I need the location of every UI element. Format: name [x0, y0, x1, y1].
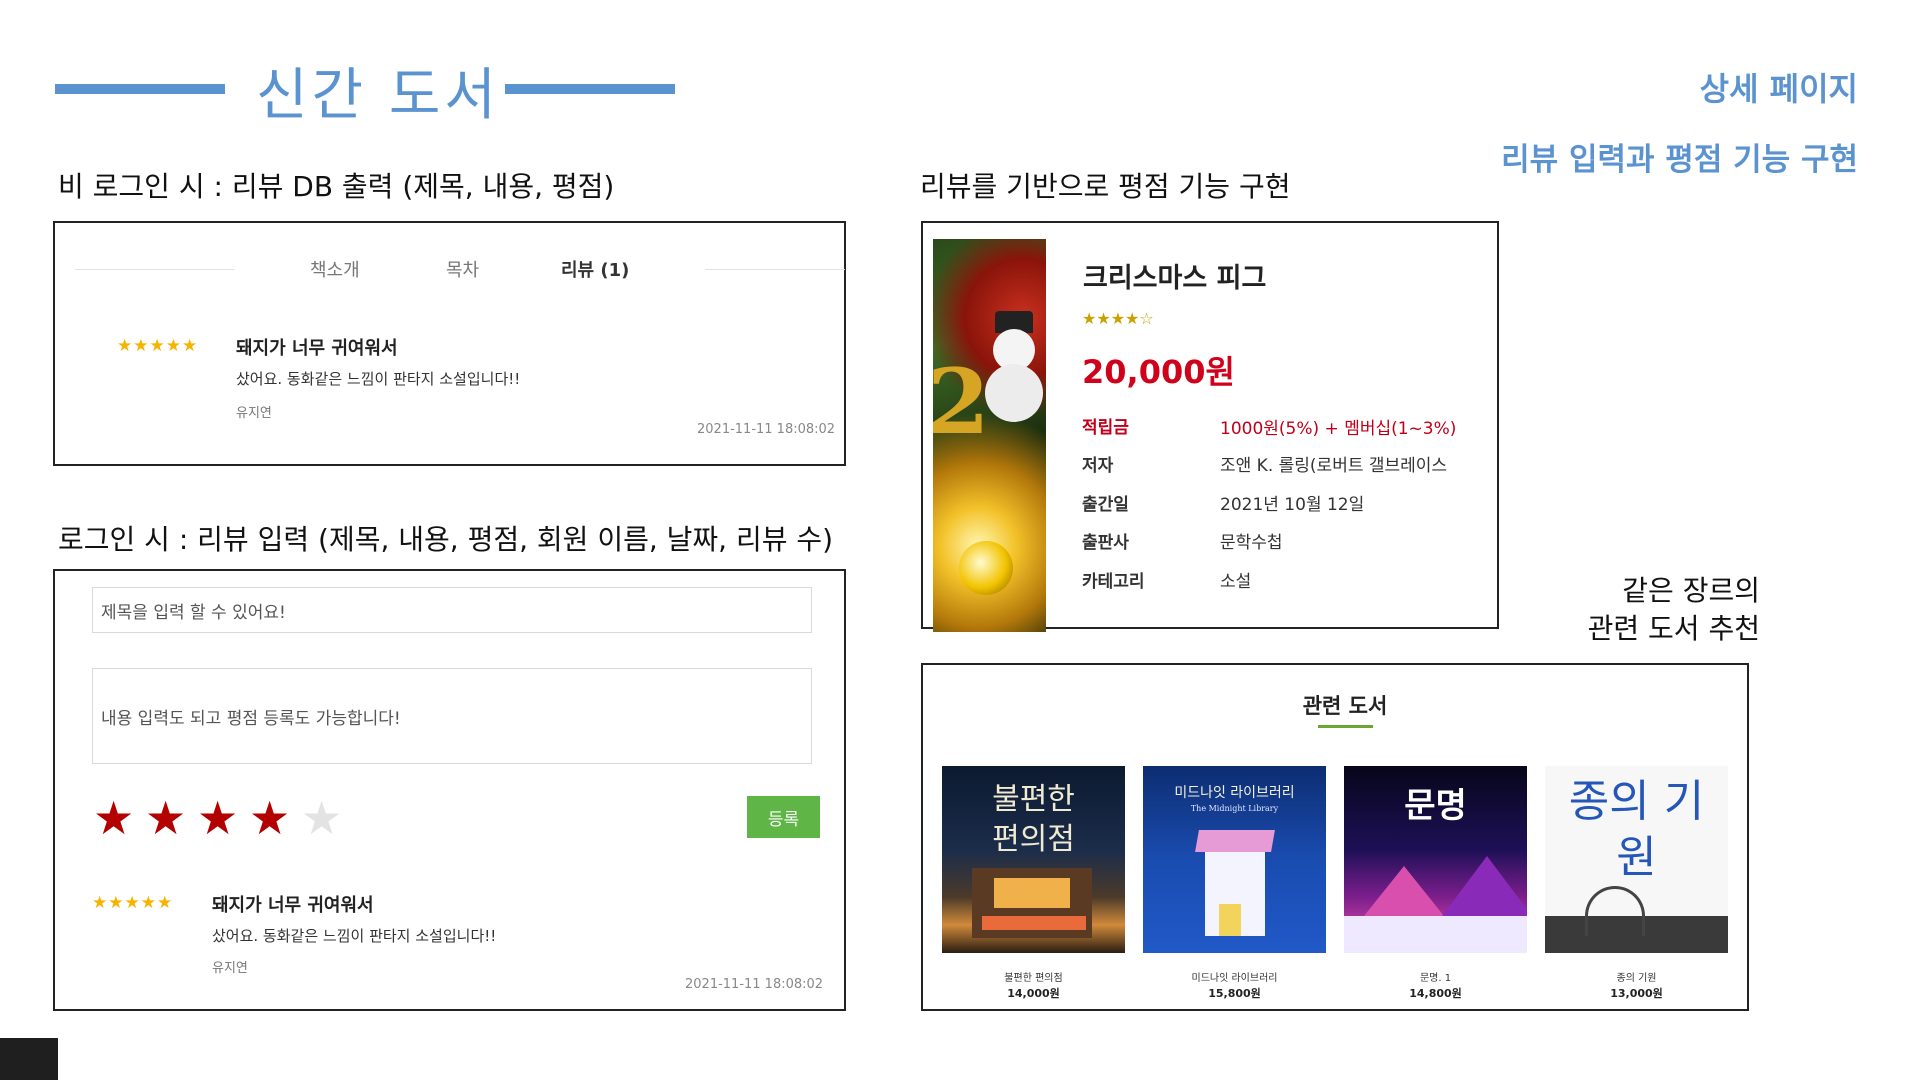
- review-stars: ★★★★★: [117, 336, 199, 356]
- related-book-cover-3[interactable]: 문명: [1344, 766, 1527, 953]
- review-body: 샀어요. 동화같은 느낌이 판타지 소설입니다!!: [212, 927, 497, 945]
- login-label: 로그인 시 : 리뷰 입력 (제목, 내용, 평점, 회원 이름, 날짜, 리뷰…: [58, 523, 834, 556]
- tab-reviews[interactable]: 리뷰 (1): [561, 256, 629, 282]
- related-book-name-3[interactable]: 문명. 1: [1344, 969, 1527, 984]
- tab-book-intro[interactable]: 책소개: [310, 256, 360, 282]
- related-book-cover-2[interactable]: 미드나잇 라이브러리 The Midnight Library: [1143, 766, 1326, 953]
- related-heading: 관련 도서: [1302, 694, 1388, 718]
- review-title: 돼지가 너무 귀여워서: [236, 338, 398, 359]
- info-label-category: 카테고리: [1082, 572, 1145, 592]
- book-title: 크리스마스 피그: [1083, 263, 1267, 294]
- review-rating-label: 리뷰 입력과 평점 기능 구현: [1501, 142, 1858, 178]
- rating-star-2[interactable]: ★: [145, 790, 186, 846]
- tab-contents[interactable]: 목차: [446, 256, 479, 282]
- tabs-divider-right: [705, 269, 845, 270]
- rating-star-3[interactable]: ★: [197, 790, 238, 846]
- related-heading-underline: [1318, 725, 1373, 728]
- review-date: 2021-11-11 18:08:02: [685, 977, 824, 992]
- related-note-line-1: 같은 장르의: [1622, 574, 1760, 607]
- review-title-input[interactable]: 제목을 입력 할 수 있어요!: [92, 587, 812, 633]
- info-label-pubdate: 출간일: [1082, 495, 1129, 515]
- info-value-category: 소설: [1220, 572, 1252, 592]
- corner-decoration: [0, 1038, 58, 1080]
- related-book-name-2[interactable]: 미드나잇 라이브러리: [1143, 969, 1326, 984]
- title-line-right: [505, 84, 675, 94]
- book-cover-image: 2: [933, 239, 1046, 632]
- related-book-cover-4[interactable]: 종의 기원: [1545, 766, 1728, 953]
- rating-star-5[interactable]: ★: [301, 790, 342, 846]
- review-stars: ★★★★★: [92, 893, 174, 913]
- rating-star-4[interactable]: ★: [249, 790, 290, 846]
- related-book-name-1[interactable]: 불편한 편의점: [942, 969, 1125, 984]
- review-title: 돼지가 너무 귀여워서: [212, 895, 374, 916]
- title-line-left: [55, 84, 225, 94]
- info-value-author: 조앤 K. 롤링(로버트 갤브레이스: [1220, 456, 1448, 476]
- book-rating-stars: ★★★★☆: [1082, 309, 1154, 328]
- info-label-points: 적립금: [1082, 418, 1129, 438]
- review-author: 유지연: [212, 961, 248, 976]
- info-value-pubdate: 2021년 10월 12일: [1220, 495, 1365, 515]
- info-value-points: 1000원(5%) + 멤버십(1~3%): [1220, 419, 1457, 439]
- book-price: 20,000원: [1082, 353, 1235, 391]
- register-button[interactable]: 등록: [747, 796, 820, 838]
- related-book-price-4: 13,000원: [1610, 987, 1663, 1000]
- related-note-line-2: 관련 도서 추천: [1587, 612, 1760, 645]
- rating-star-1[interactable]: ★: [93, 790, 134, 846]
- related-book-price-3: 14,800원: [1409, 987, 1462, 1000]
- info-value-publisher: 문학수첩: [1220, 533, 1283, 553]
- info-label-publisher: 출판사: [1082, 533, 1129, 553]
- related-book-cover-1[interactable]: 불편한 편의점: [942, 766, 1125, 953]
- related-note: 같은 장르의 관련 도서 추천: [1588, 572, 1760, 648]
- related-book-price-1: 14,000원: [1007, 987, 1060, 1000]
- info-label-author: 저자: [1082, 456, 1114, 476]
- detail-page-label: 상세 페이지: [1699, 70, 1858, 108]
- related-book-name-4[interactable]: 종의 기원: [1545, 969, 1728, 984]
- tabs-divider-left: [75, 269, 235, 270]
- related-book-price-2: 15,800원: [1208, 987, 1261, 1000]
- review-author: 유지연: [236, 406, 272, 421]
- rating-based-label: 리뷰를 기반으로 평점 기능 구현: [920, 170, 1291, 203]
- nonlogin-label: 비 로그인 시 : 리뷰 DB 출력 (제목, 내용, 평점): [58, 170, 615, 203]
- page-title: 신간 도서: [256, 63, 500, 128]
- review-body: 샀어요. 동화같은 느낌이 판타지 소설입니다!!: [236, 370, 521, 388]
- review-content-input[interactable]: 내용 입력도 되고 평점 등록도 가능합니다!: [92, 668, 812, 764]
- review-date: 2021-11-11 18:08:02: [697, 422, 836, 437]
